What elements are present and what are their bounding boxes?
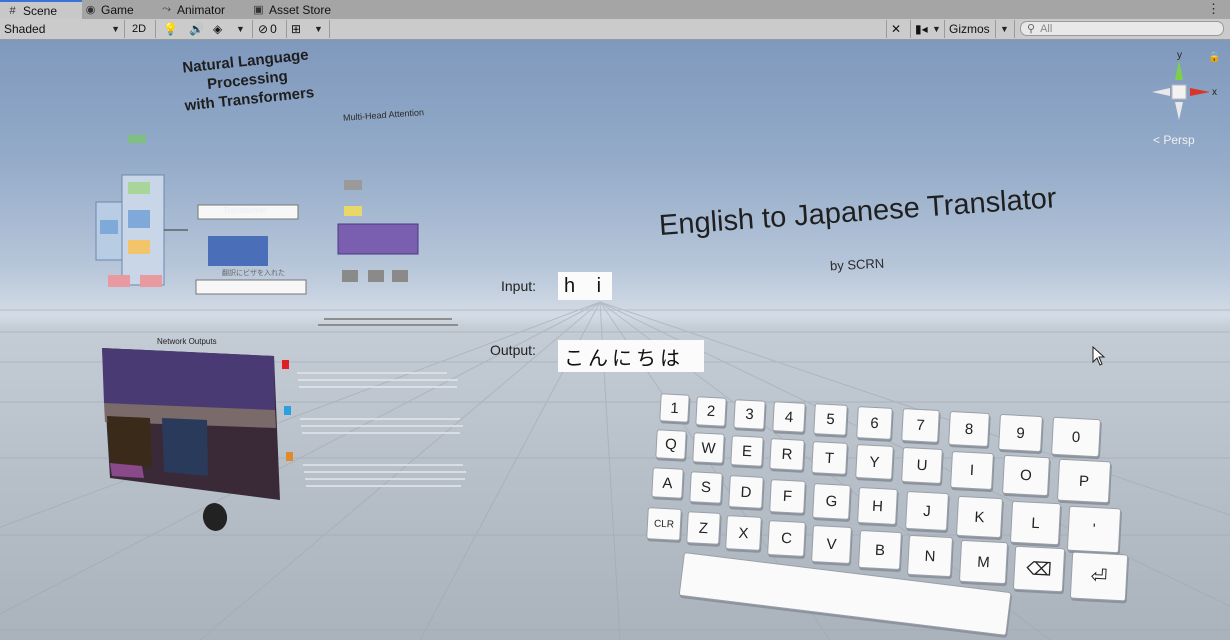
key-v[interactable]: V (811, 525, 852, 564)
more-options-icon[interactable]: ⋮ (1207, 1, 1220, 17)
key-apostrophe[interactable]: ' (1066, 505, 1122, 554)
key-a[interactable]: A (651, 467, 684, 499)
transformer-block-label: Transformer (223, 206, 267, 215)
key-g[interactable]: G (812, 483, 851, 520)
tab-scene[interactable]: # Scene (0, 0, 82, 19)
effects-dropdown-icon[interactable]: ▼ (236, 20, 245, 38)
key-n[interactable]: N (906, 534, 954, 578)
key-9[interactable]: 9 (998, 413, 1043, 453)
key-4[interactable]: 4 (772, 401, 806, 433)
search-icon: ⚲ (1027, 23, 1036, 35)
key-2[interactable]: 2 (695, 396, 727, 427)
transformer-architecture-diagram (95, 135, 458, 326)
camera-dropdown-icon[interactable]: ▼ (932, 20, 941, 38)
mouse-cursor-icon (1092, 346, 1106, 366)
key-w[interactable]: W (692, 432, 725, 464)
grid-icon: # (9, 4, 16, 17)
input-field[interactable]: h i (558, 272, 612, 300)
key-8[interactable]: 8 (948, 410, 990, 448)
key-d[interactable]: D (728, 475, 764, 509)
translator-subtitle: by SCRN (829, 255, 885, 274)
key-c[interactable]: C (767, 520, 806, 557)
key-b[interactable]: B (858, 529, 902, 571)
gizmo-x-label: x (1212, 87, 1217, 98)
key-i[interactable]: I (950, 450, 994, 491)
gamepad-icon: ◉ (85, 4, 96, 16)
network-outputs-title: Network Outputs (157, 337, 217, 346)
lock-icon[interactable]: 🔒 (1208, 52, 1220, 63)
key-z[interactable]: Z (686, 511, 721, 545)
key-3[interactable]: 3 (733, 399, 766, 430)
tools-icon[interactable]: ✕ (891, 20, 901, 38)
gizmos-button[interactable]: Gizmos (949, 20, 990, 38)
key-t[interactable]: T (811, 441, 848, 475)
search-input[interactable]: ⚲ All (1020, 21, 1224, 36)
chevron-down-icon: ▼ (111, 24, 120, 34)
key-1[interactable]: 1 (659, 393, 690, 423)
key-u[interactable]: U (901, 446, 943, 485)
key-e[interactable]: E (730, 435, 764, 467)
effects-toggle-icon[interactable]: ◈ (213, 20, 222, 38)
grid-snapping-icon[interactable]: ⊞ (291, 20, 301, 38)
enter-key[interactable]: ⏎ (1069, 551, 1129, 602)
key-o[interactable]: O (1002, 454, 1050, 497)
camera-icon[interactable]: ▮◂ (915, 20, 928, 38)
animator-icon: ⤳ (162, 3, 171, 15)
eye-slash-icon: ⊘ (258, 22, 269, 36)
key-l[interactable]: L (1009, 500, 1062, 546)
tab-animator[interactable]: ⤳ Animator (160, 0, 240, 19)
key-m[interactable]: M (958, 539, 1009, 585)
output-label: Output: (490, 342, 536, 358)
tab-asset-store[interactable]: ▣ Asset Store (252, 0, 342, 19)
output-field: こんにちは (558, 340, 704, 372)
gizmos-dropdown-icon[interactable]: ▼ (1000, 20, 1009, 38)
tab-game[interactable]: ◉ Game (82, 0, 150, 19)
key-y[interactable]: Y (855, 444, 894, 480)
key-r[interactable]: R (769, 438, 805, 471)
shading-mode-dropdown[interactable]: Shaded ▼ (4, 20, 120, 38)
key-q[interactable]: Q (655, 429, 687, 460)
projection-toggle[interactable]: < Persp (1153, 133, 1195, 147)
key-k[interactable]: K (955, 495, 1004, 539)
key-6[interactable]: 6 (856, 406, 893, 440)
key-s[interactable]: S (689, 471, 723, 504)
key-h[interactable]: H (857, 487, 898, 525)
key-f[interactable]: F (769, 479, 806, 514)
grid-dropdown-icon[interactable]: ▼ (314, 20, 323, 38)
backspace-key[interactable]: ⌫ (1012, 545, 1066, 593)
network-outputs-heatmap (102, 348, 466, 500)
scene-viewport[interactable]: Natural Language Processing with Transfo… (0, 40, 1230, 640)
key-x[interactable]: X (725, 515, 762, 551)
hidden-objects-toggle[interactable]: ⊘ 0 (258, 20, 277, 38)
tab-strip: # Scene ◉ Game ⤳ Animator ▣ Asset Store ⋮ (0, 0, 1230, 20)
key-5[interactable]: 5 (813, 403, 848, 436)
2d-toggle-button[interactable]: 2D (128, 20, 150, 38)
key-p[interactable]: P (1056, 458, 1112, 504)
store-icon: ▣ (253, 4, 264, 16)
key-0[interactable]: 0 (1051, 416, 1101, 458)
input-label: Input: (501, 278, 537, 294)
lighting-toggle-icon[interactable]: 💡 (163, 20, 178, 38)
audio-toggle-icon[interactable]: 🔊 (189, 20, 204, 38)
key-clear[interactable]: CLR (646, 507, 682, 541)
key-7[interactable]: 7 (901, 408, 940, 443)
gizmo-y-label: y (1177, 50, 1182, 61)
key-j[interactable]: J (905, 490, 949, 532)
japanese-caption: 翻訳にビザを入れた (222, 270, 285, 277)
